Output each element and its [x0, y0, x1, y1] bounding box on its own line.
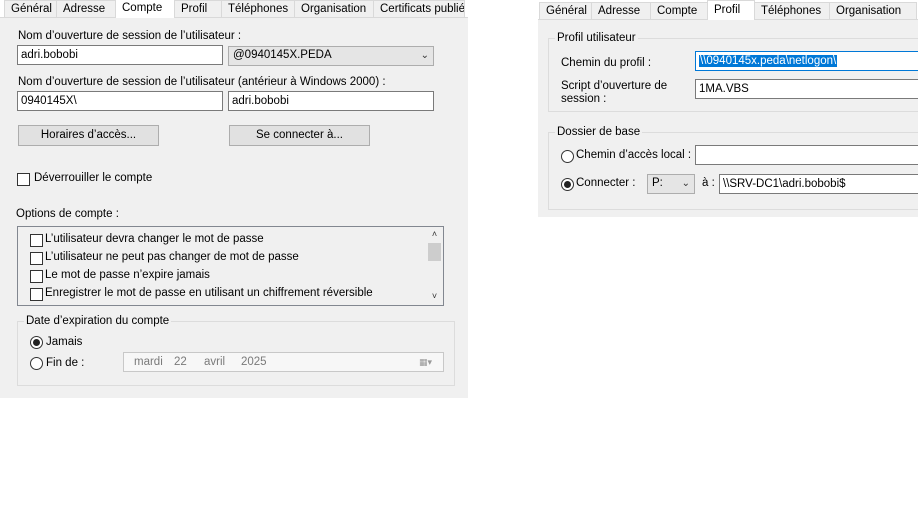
right-tab-general[interactable]: Général	[539, 2, 592, 20]
connect-label: Connecter :	[576, 177, 636, 189]
chevron-down-icon: ⌄	[420, 50, 429, 61]
unlock-account-checkbox[interactable]	[17, 173, 30, 186]
connect-radio[interactable]	[561, 178, 574, 191]
local-path-radio[interactable]	[561, 150, 574, 163]
option-label-must-change: L’utilisateur devra changer le mot de pa…	[45, 233, 264, 245]
right-tab-profil[interactable]: Profil	[707, 0, 755, 20]
drive-letter-value: P:	[652, 177, 663, 189]
left-tab-strip: Général Adresse Compte Profil Téléphones…	[4, 0, 465, 18]
never-radio[interactable]	[30, 336, 43, 349]
unlock-account-label: Déverrouiller le compte	[34, 172, 153, 184]
profile-path-value: \\0940145x.peda\netlogon\	[699, 55, 838, 67]
home-folder-group-label: Dossier de base	[555, 126, 643, 138]
left-tab-baseline	[0, 17, 468, 18]
left-tab-organisation[interactable]: Organisation	[294, 0, 374, 18]
scroll-thumb[interactable]	[428, 243, 441, 261]
local-path-label: Chemin d’accès local :	[576, 149, 692, 161]
never-label: Jamais	[46, 336, 83, 348]
profile-path-label: Chemin du profil :	[561, 57, 652, 69]
calendar-icon[interactable]: ▦▾	[419, 356, 437, 368]
pre2000-user-input[interactable]: adri.bobobi	[228, 91, 434, 111]
logon-script-label-line2: session :	[561, 93, 607, 105]
date-year: 2025	[241, 356, 267, 368]
account-options-label: Options de compte :	[16, 208, 119, 220]
profile-group-label: Profil utilisateur	[555, 32, 638, 44]
chevron-down-icon: ⌄	[681, 178, 690, 189]
local-path-input[interactable]	[695, 145, 918, 165]
option-label-reversible: Enregistrer le mot de passe en utilisant…	[45, 287, 373, 299]
logon-name-label: Nom d’ouverture de session de l’utilisat…	[18, 30, 242, 42]
right-tab-strip: Général Adresse Compte Profil Téléphones…	[539, 0, 917, 20]
left-tab-adresse[interactable]: Adresse	[56, 0, 116, 18]
logon-name-input[interactable]: adri.bobobi	[17, 45, 223, 65]
option-label-never-expires: Le mot de passe n’expire jamais	[45, 269, 210, 281]
logon-to-button[interactable]: Se connecter à...	[229, 125, 370, 146]
pre2000-label: Nom d’ouverture de session de l’utilisat…	[18, 76, 386, 88]
right-tab-adresse[interactable]: Adresse	[591, 2, 651, 20]
logon-script-input[interactable]: 1MA.VBS	[695, 79, 918, 99]
options-scrollbar[interactable]: ˄ ˅	[426, 227, 443, 305]
pre2000-domain-input[interactable]: 0940145X\	[17, 91, 223, 111]
to-label: à :	[702, 177, 715, 189]
logon-hours-button[interactable]: Horaires d’accès...	[18, 125, 159, 146]
end-of-label: Fin de :	[46, 357, 85, 369]
date-weekday: mardi	[134, 356, 163, 368]
domain-suffix-select[interactable]: @0940145X.PEDA ⌄	[228, 46, 434, 66]
left-tab-compte[interactable]: Compte	[115, 0, 175, 18]
expiry-group-label: Date d’expiration du compte	[24, 315, 172, 327]
option-checkbox-must-change[interactable]	[30, 234, 43, 247]
left-tab-profil[interactable]: Profil	[174, 0, 222, 18]
drive-letter-select[interactable]: P: ⌄	[647, 174, 695, 194]
date-month: avril	[204, 356, 226, 368]
left-tab-telephones[interactable]: Téléphones	[221, 0, 295, 18]
account-options-list[interactable]: L’utilisateur devra changer le mot de pa…	[17, 226, 444, 306]
profile-path-input[interactable]: \\0940145x.peda\netlogon\	[695, 51, 918, 71]
option-label-cannot-change: L’utilisateur ne peut pas changer de mot…	[45, 251, 299, 263]
domain-suffix-value: @0940145X.PEDA	[233, 49, 332, 61]
right-tab-telephones[interactable]: Téléphones	[754, 2, 830, 20]
option-checkbox-cannot-change[interactable]	[30, 252, 43, 265]
logon-script-label-line1: Script d’ouverture de	[561, 80, 668, 92]
option-checkbox-never-expires[interactable]	[30, 270, 43, 283]
date-day: 22	[174, 356, 187, 368]
end-of-radio[interactable]	[30, 357, 43, 370]
scroll-up-icon[interactable]: ˄	[426, 227, 443, 241]
option-checkbox-reversible[interactable]	[30, 288, 43, 301]
left-tab-certificats[interactable]: Certificats publiés	[373, 0, 465, 18]
left-tab-general[interactable]: Général	[4, 0, 57, 18]
scroll-down-icon[interactable]: ˅	[426, 289, 443, 303]
right-tab-compte[interactable]: Compte	[650, 2, 708, 20]
connect-path-input[interactable]: \\SRV-DC1\adri.bobobi$	[719, 174, 918, 194]
home-folder-group	[548, 132, 918, 210]
expiry-date-picker[interactable]: mardi 22 avril 2025 ▦▾	[123, 352, 444, 372]
right-tab-organisation[interactable]: Organisation	[829, 2, 917, 20]
